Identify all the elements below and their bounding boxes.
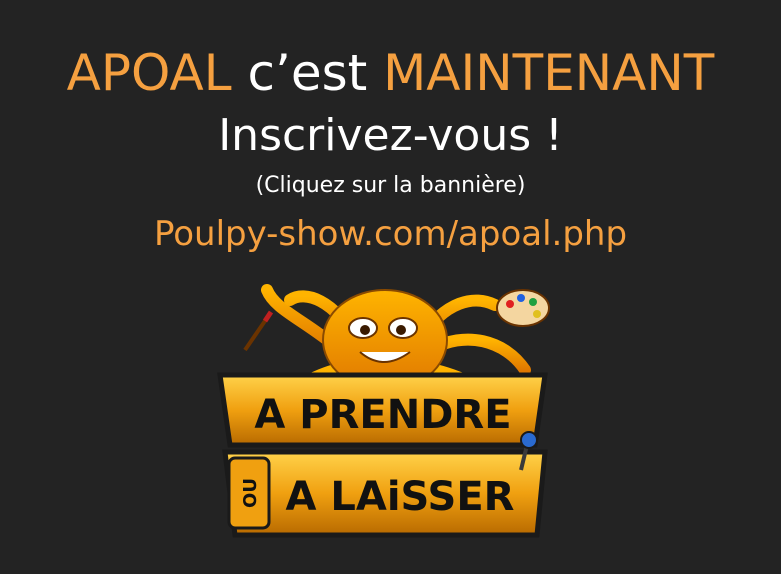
banner-line2: A LAiSSER bbox=[286, 474, 515, 520]
banner-line1: A PRENDRE bbox=[254, 392, 511, 438]
headline-apoal: APOAL bbox=[66, 44, 232, 102]
banner-hint: (Cliquez sur la bannière) bbox=[255, 173, 526, 198]
subtitle: Inscrivez-vous ! bbox=[218, 110, 563, 161]
banner-top-plate: A PRENDRE bbox=[217, 372, 548, 448]
apoal-banner[interactable]: A PRENDRE OU A LAiSSER bbox=[205, 280, 565, 570]
palette-icon bbox=[496, 289, 550, 327]
headline-middle: c’est bbox=[231, 44, 384, 102]
banner-ou: OU bbox=[240, 478, 261, 508]
headline-maintenant: MAINTENANT bbox=[383, 44, 715, 102]
banner-graphic: A PRENDRE OU A LAiSSER bbox=[217, 284, 550, 538]
paintbrush-icon bbox=[243, 310, 274, 352]
page: APOAL c’est MAINTENANT Inscrivez-vous ! … bbox=[0, 0, 781, 574]
headline: APOAL c’est MAINTENANT bbox=[0, 38, 781, 108]
apoal-link[interactable]: Poulpy-show.com/apoal.php bbox=[0, 209, 781, 259]
banner-bottom-plate: OU A LAiSSER bbox=[222, 449, 548, 538]
